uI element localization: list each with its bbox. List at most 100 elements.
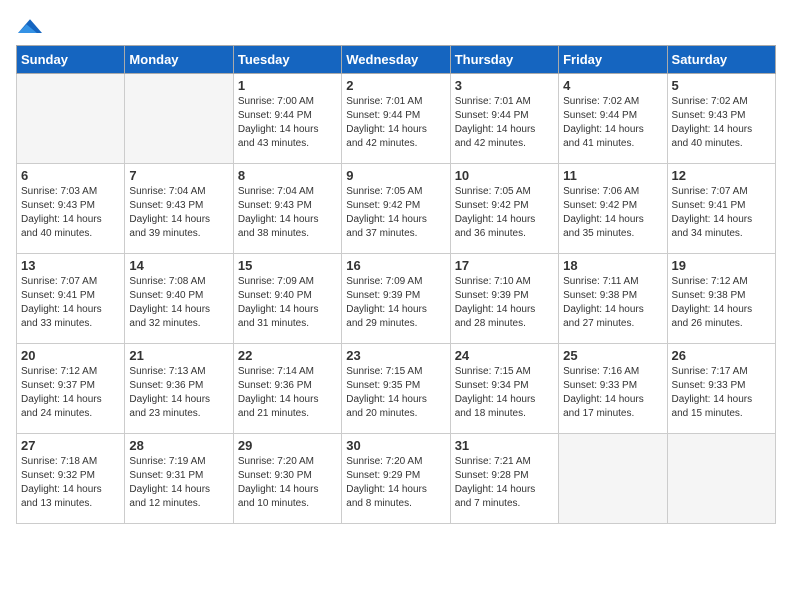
day-number: 17 bbox=[455, 258, 554, 273]
cell-info: Sunrise: 7:06 AMSunset: 9:42 PMDaylight:… bbox=[563, 185, 662, 241]
cell-info: Sunrise: 7:07 AMSunset: 9:41 PMDaylight:… bbox=[21, 275, 120, 331]
logo bbox=[16, 16, 44, 37]
day-number: 3 bbox=[455, 78, 554, 93]
cal-cell: 26 Sunrise: 7:17 AMSunset: 9:33 PMDayligh… bbox=[667, 344, 775, 434]
day-number: 13 bbox=[21, 258, 120, 273]
cell-info: Sunrise: 7:21 AMSunset: 9:28 PMDaylight:… bbox=[455, 455, 554, 511]
day-number: 9 bbox=[346, 168, 445, 183]
cell-info: Sunrise: 7:12 AMSunset: 9:37 PMDaylight:… bbox=[21, 365, 120, 421]
day-header-friday: Friday bbox=[559, 46, 667, 74]
calendar-table: SundayMondayTuesdayWednesdayThursdayFrid… bbox=[16, 45, 776, 524]
cell-info: Sunrise: 7:15 AMSunset: 9:34 PMDaylight:… bbox=[455, 365, 554, 421]
cal-cell: 29Sunrise: 7:20 AMSunset: 9:30 PMDayligh… bbox=[233, 434, 341, 524]
cell-info: Sunrise: 7:11 AMSunset: 9:38 PMDaylight:… bbox=[563, 275, 662, 331]
day-header-monday: Monday bbox=[125, 46, 233, 74]
week-row-4: 20 Sunrise: 7:12 AMSunset: 9:37 PMDayligh… bbox=[17, 344, 776, 434]
cal-cell: 17 Sunrise: 7:10 AMSunset: 9:39 PMDayligh… bbox=[450, 254, 558, 344]
cal-cell: 1Sunrise: 7:00 AMSunset: 9:44 PMDaylight… bbox=[233, 74, 341, 164]
day-number: 31 bbox=[455, 438, 554, 453]
cal-cell bbox=[17, 74, 125, 164]
day-number: 20 bbox=[21, 348, 120, 363]
cal-cell: 16Sunrise: 7:09 AMSunset: 9:39 PMDayligh… bbox=[342, 254, 450, 344]
week-row-3: 13 Sunrise: 7:07 AMSunset: 9:41 PMDayligh… bbox=[17, 254, 776, 344]
cal-cell: 18 Sunrise: 7:11 AMSunset: 9:38 PMDayligh… bbox=[559, 254, 667, 344]
header-row: SundayMondayTuesdayWednesdayThursdayFrid… bbox=[17, 46, 776, 74]
day-number: 4 bbox=[563, 78, 662, 93]
cal-cell: 28Sunrise: 7:19 AMSunset: 9:31 PMDayligh… bbox=[125, 434, 233, 524]
cell-info: Sunrise: 7:04 AMSunset: 9:43 PMDaylight:… bbox=[129, 185, 228, 241]
cell-info: Sunrise: 7:04 AMSunset: 9:43 PMDaylight:… bbox=[238, 185, 337, 241]
cal-cell: 14Sunrise: 7:08 AMSunset: 9:40 PMDayligh… bbox=[125, 254, 233, 344]
day-number: 25 bbox=[563, 348, 662, 363]
day-number: 16 bbox=[346, 258, 445, 273]
day-number: 27 bbox=[21, 438, 120, 453]
cal-cell: 13 Sunrise: 7:07 AMSunset: 9:41 PMDayligh… bbox=[17, 254, 125, 344]
day-number: 23 bbox=[346, 348, 445, 363]
cal-cell: 21 Sunrise: 7:13 AMSunset: 9:36 PMDayligh… bbox=[125, 344, 233, 434]
cal-cell: 3 Sunrise: 7:01 AMSunset: 9:44 PMDaylight… bbox=[450, 74, 558, 164]
cell-info: Sunrise: 7:07 AMSunset: 9:41 PMDaylight:… bbox=[672, 185, 771, 241]
cell-info: Sunrise: 7:18 AMSunset: 9:32 PMDaylight:… bbox=[21, 455, 120, 511]
cell-info: Sunrise: 7:16 AMSunset: 9:33 PMDaylight:… bbox=[563, 365, 662, 421]
cal-cell: 9Sunrise: 7:05 AMSunset: 9:42 PMDaylight… bbox=[342, 164, 450, 254]
cal-cell: 2 Sunrise: 7:01 AMSunset: 9:44 PMDaylight… bbox=[342, 74, 450, 164]
day-number: 15 bbox=[238, 258, 337, 273]
cell-info: Sunrise: 7:02 AMSunset: 9:44 PMDaylight:… bbox=[563, 95, 662, 151]
day-header-wednesday: Wednesday bbox=[342, 46, 450, 74]
day-number: 5 bbox=[672, 78, 771, 93]
cal-cell: 4 Sunrise: 7:02 AMSunset: 9:44 PMDaylight… bbox=[559, 74, 667, 164]
cal-cell: 27 Sunrise: 7:18 AMSunset: 9:32 PMDayligh… bbox=[17, 434, 125, 524]
day-number: 24 bbox=[455, 348, 554, 363]
page-header bbox=[16, 16, 776, 37]
cal-cell: 30 Sunrise: 7:20 AMSunset: 9:29 PMDayligh… bbox=[342, 434, 450, 524]
cell-info: Sunrise: 7:15 AMSunset: 9:35 PMDaylight:… bbox=[346, 365, 445, 421]
cell-info: Sunrise: 7:13 AMSunset: 9:36 PMDaylight:… bbox=[129, 365, 228, 421]
cell-info: Sunrise: 7:08 AMSunset: 9:40 PMDaylight:… bbox=[129, 275, 228, 331]
day-number: 10 bbox=[455, 168, 554, 183]
week-row-2: 6 Sunrise: 7:03 AMSunset: 9:43 PMDaylight… bbox=[17, 164, 776, 254]
cal-cell: 31 Sunrise: 7:21 AMSunset: 9:28 PMDayligh… bbox=[450, 434, 558, 524]
week-row-5: 27 Sunrise: 7:18 AMSunset: 9:32 PMDayligh… bbox=[17, 434, 776, 524]
cell-info: Sunrise: 7:03 AMSunset: 9:43 PMDaylight:… bbox=[21, 185, 120, 241]
cal-cell bbox=[559, 434, 667, 524]
day-number: 22 bbox=[238, 348, 337, 363]
cell-info: Sunrise: 7:19 AMSunset: 9:31 PMDaylight:… bbox=[129, 455, 228, 511]
day-number: 11 bbox=[563, 168, 662, 183]
cal-cell: 20 Sunrise: 7:12 AMSunset: 9:37 PMDayligh… bbox=[17, 344, 125, 434]
day-number: 26 bbox=[672, 348, 771, 363]
cal-cell bbox=[667, 434, 775, 524]
day-header-saturday: Saturday bbox=[667, 46, 775, 74]
cal-cell: 25 Sunrise: 7:16 AMSunset: 9:33 PMDayligh… bbox=[559, 344, 667, 434]
cell-info: Sunrise: 7:05 AMSunset: 9:42 PMDaylight:… bbox=[455, 185, 554, 241]
cell-info: Sunrise: 7:10 AMSunset: 9:39 PMDaylight:… bbox=[455, 275, 554, 331]
day-header-tuesday: Tuesday bbox=[233, 46, 341, 74]
cell-info: Sunrise: 7:20 AMSunset: 9:29 PMDaylight:… bbox=[346, 455, 445, 511]
day-number: 30 bbox=[346, 438, 445, 453]
cell-info: Sunrise: 7:00 AMSunset: 9:44 PMDaylight:… bbox=[238, 95, 337, 151]
week-row-1: 1Sunrise: 7:00 AMSunset: 9:44 PMDaylight… bbox=[17, 74, 776, 164]
cal-cell: 11 Sunrise: 7:06 AMSunset: 9:42 PMDayligh… bbox=[559, 164, 667, 254]
day-number: 12 bbox=[672, 168, 771, 183]
cell-info: Sunrise: 7:09 AMSunset: 9:40 PMDaylight:… bbox=[238, 275, 337, 331]
cell-info: Sunrise: 7:17 AMSunset: 9:33 PMDaylight:… bbox=[672, 365, 771, 421]
cal-cell: 8Sunrise: 7:04 AMSunset: 9:43 PMDaylight… bbox=[233, 164, 341, 254]
day-number: 6 bbox=[21, 168, 120, 183]
cell-info: Sunrise: 7:14 AMSunset: 9:36 PMDaylight:… bbox=[238, 365, 337, 421]
cell-info: Sunrise: 7:02 AMSunset: 9:43 PMDaylight:… bbox=[672, 95, 771, 151]
day-number: 2 bbox=[346, 78, 445, 93]
cal-cell: 19Sunrise: 7:12 AMSunset: 9:38 PMDayligh… bbox=[667, 254, 775, 344]
day-number: 18 bbox=[563, 258, 662, 273]
logo-icon bbox=[18, 17, 42, 37]
cell-info: Sunrise: 7:01 AMSunset: 9:44 PMDaylight:… bbox=[455, 95, 554, 151]
day-number: 29 bbox=[238, 438, 337, 453]
day-number: 21 bbox=[129, 348, 228, 363]
cal-cell: 7Sunrise: 7:04 AMSunset: 9:43 PMDaylight… bbox=[125, 164, 233, 254]
cal-cell: 23 Sunrise: 7:15 AMSunset: 9:35 PMDayligh… bbox=[342, 344, 450, 434]
day-header-thursday: Thursday bbox=[450, 46, 558, 74]
day-header-sunday: Sunday bbox=[17, 46, 125, 74]
cell-info: Sunrise: 7:01 AMSunset: 9:44 PMDaylight:… bbox=[346, 95, 445, 151]
day-number: 19 bbox=[672, 258, 771, 273]
cal-cell: 24 Sunrise: 7:15 AMSunset: 9:34 PMDayligh… bbox=[450, 344, 558, 434]
cal-cell: 6 Sunrise: 7:03 AMSunset: 9:43 PMDaylight… bbox=[17, 164, 125, 254]
cal-cell: 22 Sunrise: 7:14 AMSunset: 9:36 PMDayligh… bbox=[233, 344, 341, 434]
